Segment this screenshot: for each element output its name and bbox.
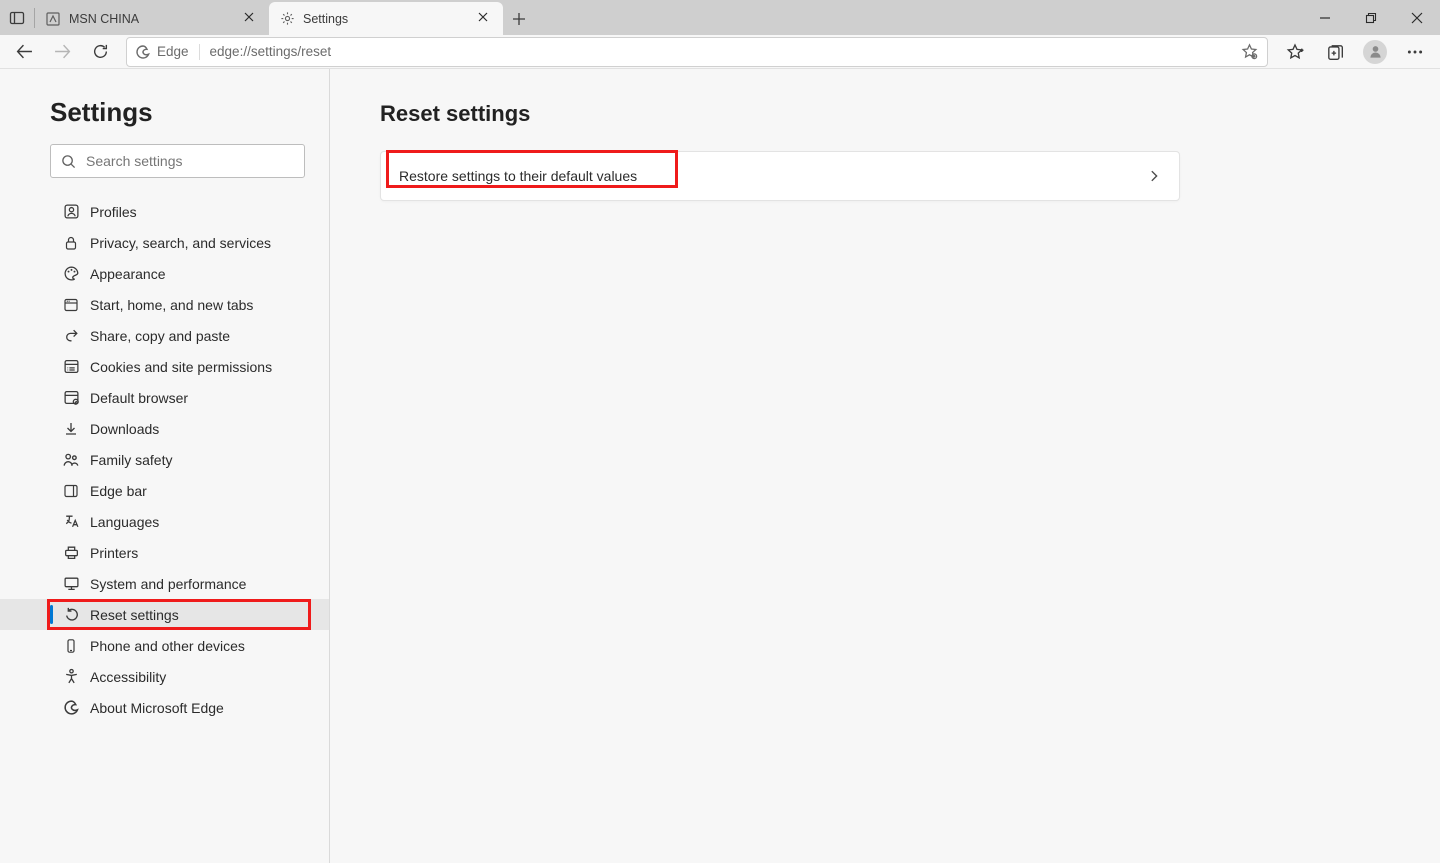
sidebar-item-family-safety[interactable]: Family safety xyxy=(0,444,329,475)
favorite-star-button[interactable] xyxy=(1241,43,1259,61)
languages-icon xyxy=(62,513,80,531)
settings-search[interactable] xyxy=(50,144,305,178)
reset-settings-icon xyxy=(62,606,80,624)
sidebar-item-start-home[interactable]: Start, home, and new tabs xyxy=(0,289,329,320)
address-bar[interactable]: Edge edge://settings/reset xyxy=(126,37,1268,67)
window-minimize-button[interactable] xyxy=(1302,0,1348,35)
settings-content: Settings Profiles Privacy, search, and se… xyxy=(0,69,1440,863)
sidebar-item-appearance[interactable]: Appearance xyxy=(0,258,329,289)
tab-actions-button[interactable] xyxy=(0,0,34,35)
sidebar-item-printers[interactable]: Printers xyxy=(0,537,329,568)
favorites-button[interactable] xyxy=(1276,37,1314,67)
sidebar-item-languages[interactable]: Languages xyxy=(0,506,329,537)
restore-defaults-label: Restore settings to their default values xyxy=(399,168,637,184)
sidebar-item-privacy[interactable]: Privacy, search, and services xyxy=(0,227,329,258)
sidebar-item-cookies-permissions[interactable]: Cookies and site permissions xyxy=(0,351,329,382)
tab-favicon-icon xyxy=(45,11,61,27)
titlebar: MSN CHINA Settings xyxy=(0,0,1440,35)
sidebar-item-label: Default browser xyxy=(62,390,188,406)
sidebar-item-share-copy-paste[interactable]: Share, copy and paste xyxy=(0,320,329,351)
nav-reload-button[interactable] xyxy=(82,37,118,67)
sidebar-item-about-edge[interactable]: About Microsoft Edge xyxy=(0,692,329,723)
window-close-button[interactable] xyxy=(1394,0,1440,35)
cookies-permissions-icon xyxy=(62,358,80,376)
tab-msn-china[interactable]: MSN CHINA xyxy=(35,2,269,35)
downloads-icon xyxy=(62,420,80,438)
settings-search-input[interactable] xyxy=(86,153,294,169)
sidebar-item-label: System and performance xyxy=(62,576,246,592)
sidebar-item-system-performance[interactable]: System and performance xyxy=(0,568,329,599)
address-bar-url: edge://settings/reset xyxy=(210,44,1241,59)
tab-title: MSN CHINA xyxy=(69,12,235,26)
avatar-icon xyxy=(1363,40,1387,64)
phone-devices-icon xyxy=(62,637,80,655)
nav-back-button[interactable] xyxy=(6,37,42,67)
system-performance-icon xyxy=(62,575,80,593)
privacy-icon xyxy=(62,234,80,252)
settings-main: Reset settings Restore settings to their… xyxy=(330,69,1440,863)
restore-defaults-row[interactable]: Restore settings to their default values xyxy=(380,151,1180,201)
site-identity-label: Edge xyxy=(157,44,189,59)
sidebar-item-label: Share, copy and paste xyxy=(62,328,230,344)
sidebar-item-phone-devices[interactable]: Phone and other devices xyxy=(0,630,329,661)
settings-heading: Settings xyxy=(0,97,329,144)
tab-close-button[interactable] xyxy=(243,11,259,27)
toolbar: Edge edge://settings/reset xyxy=(0,35,1440,69)
sidebar-item-label: Phone and other devices xyxy=(62,638,245,654)
share-copy-paste-icon xyxy=(62,327,80,345)
profile-avatar-button[interactable] xyxy=(1356,37,1394,67)
profiles-icon xyxy=(62,203,80,221)
tab-close-button[interactable] xyxy=(477,11,493,27)
sidebar-item-label: Start, home, and new tabs xyxy=(62,297,253,313)
family-safety-icon xyxy=(62,451,80,469)
printers-icon xyxy=(62,544,80,562)
page-heading: Reset settings xyxy=(380,101,1390,127)
search-icon xyxy=(61,154,76,169)
start-home-icon xyxy=(62,296,80,314)
settings-sidebar: Settings Profiles Privacy, search, and se… xyxy=(0,69,330,863)
sidebar-item-profiles[interactable]: Profiles xyxy=(0,196,329,227)
sidebar-item-default-browser[interactable]: Default browser xyxy=(0,382,329,413)
nav-forward-button[interactable] xyxy=(44,37,80,67)
sidebar-item-label: About Microsoft Edge xyxy=(62,700,224,716)
tab-settings[interactable]: Settings xyxy=(269,2,503,35)
default-browser-icon xyxy=(62,389,80,407)
accessibility-icon xyxy=(62,668,80,686)
edge-logo-icon xyxy=(135,44,151,60)
new-tab-button[interactable] xyxy=(503,2,535,35)
chevron-right-icon xyxy=(1147,169,1161,183)
window-controls xyxy=(1302,0,1440,35)
sidebar-item-reset-settings[interactable]: Reset settings xyxy=(0,599,329,630)
tab-title: Settings xyxy=(303,12,469,26)
sidebar-item-edge-bar[interactable]: Edge bar xyxy=(0,475,329,506)
sidebar-item-downloads[interactable]: Downloads xyxy=(0,413,329,444)
about-edge-icon xyxy=(62,699,80,717)
sidebar-item-accessibility[interactable]: Accessibility xyxy=(0,661,329,692)
settings-nav-list: Profiles Privacy, search, and services App… xyxy=(0,192,329,727)
edge-bar-icon xyxy=(62,482,80,500)
appearance-icon xyxy=(62,265,80,283)
collections-button[interactable] xyxy=(1316,37,1354,67)
window-restore-button[interactable] xyxy=(1348,0,1394,35)
settings-gear-icon xyxy=(279,11,295,27)
more-menu-button[interactable] xyxy=(1396,37,1434,67)
site-identity[interactable]: Edge xyxy=(135,44,200,60)
sidebar-item-label: Privacy, search, and services xyxy=(62,235,271,251)
sidebar-item-label: Cookies and site permissions xyxy=(62,359,272,375)
